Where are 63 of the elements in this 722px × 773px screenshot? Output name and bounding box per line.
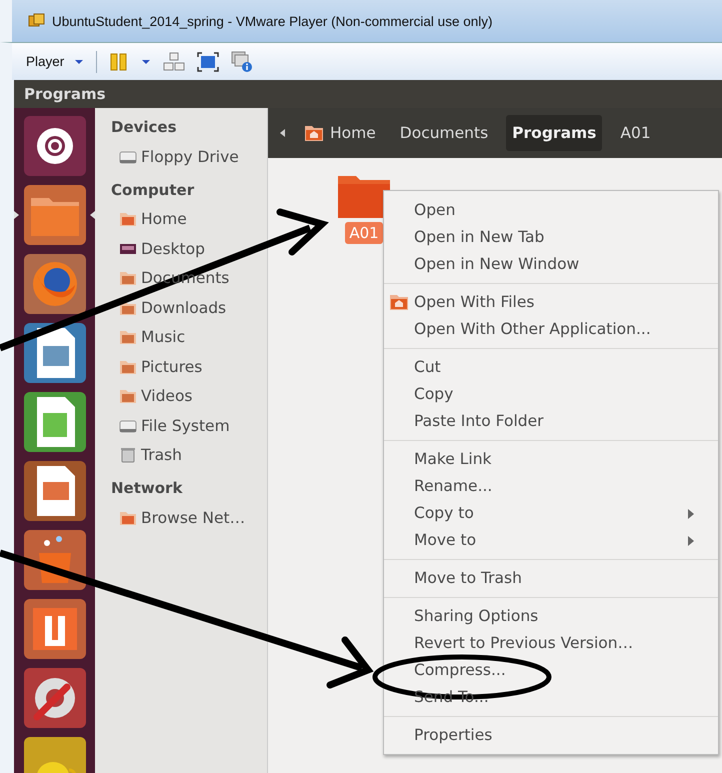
menu-item[interactable]: Open (384, 197, 718, 224)
sidebar-item[interactable]: Videos (141, 387, 193, 406)
home-folder-icon (304, 124, 324, 142)
sidebar-item[interactable]: Music (141, 328, 186, 346)
sidebar-heading: Computer (111, 180, 196, 200)
menu-item[interactable]: Move to Trash (384, 565, 718, 592)
caret-icon (74, 58, 84, 64)
sidebar-item[interactable]: Floppy Drive (141, 148, 239, 166)
menu-item[interactable]: Cut (384, 354, 718, 381)
menu-item[interactable]: Copy to (384, 500, 718, 527)
menu-item[interactable]: Sharing Options (384, 603, 718, 630)
u-launcher-icon[interactable] (22, 598, 86, 660)
app-icon (28, 13, 46, 29)
path-button[interactable]: Programs (506, 115, 602, 151)
path-button[interactable]: Home (298, 115, 382, 151)
sidebar-item[interactable]: Trash (141, 446, 182, 464)
menu-item[interactable]: Paste Into Folder (384, 408, 718, 435)
settings-launcher-icon[interactable] (22, 667, 86, 729)
sidebar-item[interactable]: Browse Net… (141, 508, 246, 527)
folder-icon (119, 510, 137, 526)
app-title: Programs (24, 85, 106, 103)
sidebar-item[interactable]: Downloads (141, 298, 226, 317)
menu-item[interactable]: Move to (384, 527, 718, 554)
menu-item[interactable]: Revert to Previous Version… (384, 630, 718, 657)
menu-item[interactable]: Open With Files (384, 289, 718, 316)
sidebar-item[interactable]: Pictures (141, 358, 202, 376)
browser-launcher-icon[interactable] (22, 253, 86, 315)
sidebar-item[interactable]: Home (141, 210, 187, 228)
caret-icon[interactable] (141, 58, 152, 64)
menu-item[interactable]: Compress... (384, 657, 718, 684)
menu-item[interactable]: Open in New Window (384, 251, 718, 278)
network-icon[interactable] (163, 52, 186, 72)
sidebar-heading: Devices (111, 117, 178, 138)
drive-icon (119, 148, 137, 165)
folder-icon (119, 329, 137, 346)
player-menu[interactable]: Player (26, 54, 84, 69)
menu-item[interactable]: Make Link (384, 446, 718, 473)
submenu-arrow-icon (688, 509, 694, 519)
window-title: UbuntuStudent_2014_spring - VMware Player (Non-commercial use only) (52, 14, 492, 28)
path-button[interactable]: A01 (614, 115, 657, 151)
back-arrow-icon[interactable] (280, 129, 286, 137)
home-folder-icon (389, 293, 409, 311)
folder-icon (119, 388, 137, 404)
menu-item[interactable]: Rename... (384, 473, 718, 500)
folder-icon[interactable] (336, 174, 392, 220)
menu-item[interactable]: Copy (384, 381, 718, 408)
files-launcher-icon[interactable] (22, 184, 86, 246)
path-button[interactable]: Documents (394, 115, 494, 151)
sidebar-item[interactable]: File System (141, 416, 230, 435)
menu-item[interactable]: Properties (384, 722, 718, 749)
sidebar-item[interactable]: Desktop (141, 240, 205, 258)
fullscreen-icon[interactable] (197, 52, 220, 72)
pause-icon[interactable] (109, 52, 130, 72)
folder-icon (119, 358, 137, 375)
drive-icon (119, 418, 137, 434)
menu-item[interactable]: Open With Other Application... (384, 316, 718, 343)
folder-icon (119, 270, 137, 286)
folder-icon (119, 211, 137, 228)
trash-icon (119, 447, 137, 464)
menu-item[interactable]: Open in New Tab (384, 224, 718, 251)
info-icon[interactable] (231, 50, 254, 72)
sidebar-heading: Network (111, 478, 184, 499)
submenu-arrow-icon (688, 536, 694, 546)
